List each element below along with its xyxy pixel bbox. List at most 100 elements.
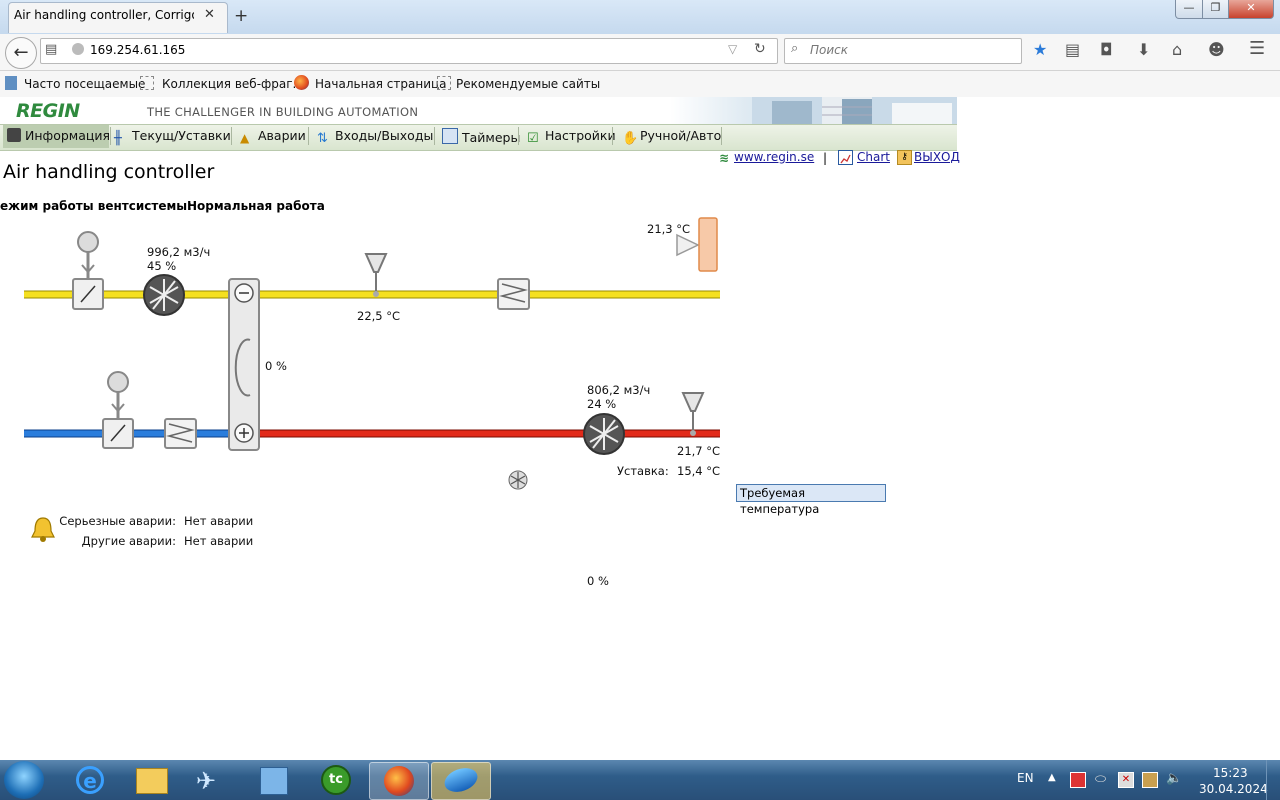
- taskbar-firefox[interactable]: [369, 762, 429, 800]
- regin-logo[interactable]: REGIN: [16, 100, 80, 122]
- exhaust-temp-value: 21,7 °C: [677, 444, 721, 458]
- bookmark-recommended[interactable]: Рекомендуемые сайты: [456, 77, 600, 91]
- logout-link[interactable]: ВЫХОД: [914, 150, 960, 164]
- regin-website-link[interactable]: www.regin.se: [734, 150, 814, 164]
- reload-icon[interactable]: ↻: [754, 41, 766, 57]
- bookmark-star-icon[interactable]: ★: [1033, 40, 1047, 59]
- supply-damper[interactable]: [72, 231, 104, 310]
- regin-small-icon: ≋: [719, 151, 730, 165]
- setpoint-label: Уставка:: [617, 464, 669, 478]
- menu-timers-label: Таймеры: [462, 130, 521, 145]
- menu-inputs-outputs[interactable]: ⇅ Входы/Выходы: [317, 128, 434, 146]
- exchanger-percent: 0 %: [265, 359, 287, 373]
- site-info-icon[interactable]: [72, 43, 84, 55]
- show-desktop-button[interactable]: [1266, 760, 1280, 800]
- taskbar-app-active[interactable]: [431, 762, 491, 800]
- taskbar-app-network[interactable]: [244, 762, 302, 798]
- history-icon[interactable]: ▤: [45, 42, 57, 57]
- green-app-icon: tc: [321, 765, 351, 795]
- thermometer-icon: ╫: [114, 131, 122, 146]
- page-icon: [140, 76, 154, 90]
- outdoor-damper[interactable]: [102, 371, 134, 449]
- firefox-icon: [384, 766, 414, 796]
- supply-temp-value: 22,5 °C: [357, 309, 401, 323]
- home-icon[interactable]: ⌂: [1172, 40, 1182, 59]
- tab-title[interactable]: Air handling controller, Corrigo E: [14, 8, 194, 22]
- arrows-icon: ⇅: [317, 131, 328, 146]
- chart-icon[interactable]: [838, 150, 853, 165]
- back-button[interactable]: ←: [5, 37, 37, 69]
- taskbar-explorer[interactable]: [122, 762, 180, 798]
- tray-leaf-icon[interactable]: ⬭: [1095, 772, 1106, 787]
- small-fan-icon: [508, 470, 528, 490]
- paper-plane-icon: ✈: [196, 767, 217, 795]
- menu-info[interactable]: Информация: [7, 128, 110, 143]
- tray-app-icon[interactable]: [1142, 772, 1158, 788]
- start-button[interactable]: [4, 761, 44, 799]
- menu-separator: [721, 127, 722, 145]
- rotary-heat-exchanger[interactable]: [228, 278, 260, 451]
- exhaust-fan-flow: 806,2 м3/ч: [587, 383, 651, 397]
- menu-current-setpoints[interactable]: ╫ Текущ/Уставки: [114, 128, 231, 146]
- supply-coil[interactable]: [497, 278, 530, 310]
- language-indicator[interactable]: EN: [1017, 771, 1034, 785]
- key-icon[interactable]: ⚷: [897, 150, 912, 165]
- tray-flag-icon[interactable]: [1070, 772, 1086, 788]
- supply-fan[interactable]: [143, 274, 185, 316]
- taskbar-app-green[interactable]: tc: [306, 762, 364, 798]
- outdoor-filter[interactable]: [164, 418, 197, 449]
- feedback-icon[interactable]: ☻: [1208, 40, 1225, 59]
- tray-network-icon[interactable]: ✕: [1118, 772, 1134, 788]
- building-photo: [752, 97, 957, 124]
- calendar-icon: [442, 128, 458, 144]
- menu-timers[interactable]: Таймеры: [442, 128, 520, 145]
- menu-settings-label: Настройки: [545, 128, 616, 143]
- menu-separator: [518, 127, 519, 145]
- page-title: Air handling controller: [3, 161, 215, 183]
- new-tab-button[interactable]: +: [234, 6, 248, 26]
- close-window-button[interactable]: ✕: [1228, 0, 1274, 19]
- volume-icon[interactable]: 🔈: [1166, 771, 1182, 786]
- setpoint-value[interactable]: 15,4 °C: [677, 464, 720, 478]
- dropdown-arrow-icon[interactable]: ▽: [728, 42, 737, 56]
- menu-current-setpoints-label: Текущ/Уставки: [132, 128, 231, 143]
- menu-alarms-label: Аварии: [258, 128, 306, 143]
- menu-info-label: Информация: [25, 128, 111, 143]
- exhaust-fan[interactable]: [583, 413, 625, 455]
- url-text[interactable]: 169.254.61.165: [90, 43, 185, 57]
- tab-close-icon[interactable]: ✕: [204, 7, 215, 22]
- other-alarms-value: Нет аварии: [184, 534, 254, 548]
- tray-expand-icon[interactable]: ▲: [1048, 772, 1056, 783]
- menu-inputs-outputs-label: Входы/Выходы: [335, 128, 434, 143]
- clock-date[interactable]: 30.04.2024: [1199, 782, 1268, 796]
- taskbar-ie[interactable]: e: [62, 762, 120, 798]
- checklist-icon: ☑: [527, 131, 539, 146]
- reading-list-icon[interactable]: ▤: [1065, 40, 1080, 59]
- menu-separator: [612, 127, 613, 145]
- clock-time[interactable]: 15:23: [1213, 766, 1248, 780]
- menu-manual-auto[interactable]: ✋ Ручной/Авто: [622, 128, 721, 146]
- other-alarms-label: Другие аварии:: [81, 534, 176, 548]
- link-separator: |: [823, 151, 828, 165]
- bookmark-web-slices[interactable]: Коллекция веб-фраг...: [162, 77, 304, 91]
- internet-explorer-icon: e: [76, 766, 104, 794]
- page-icon: [437, 76, 451, 90]
- minimize-button[interactable]: —: [1175, 0, 1203, 19]
- bell-icon: ▲: [240, 131, 250, 145]
- hvac-diagram: [24, 217, 720, 490]
- download-icon[interactable]: ⬇: [1137, 40, 1150, 59]
- menu-alarms[interactable]: ▲ Аварии: [240, 128, 306, 145]
- bookmark-start-page[interactable]: Начальная страница: [315, 77, 447, 91]
- alarm-bell-icon: [31, 517, 55, 542]
- maximize-button[interactable]: ❐: [1202, 0, 1229, 19]
- exhaust-fan-percent: 24 %: [587, 397, 617, 411]
- pocket-icon[interactable]: ◘: [1100, 40, 1113, 59]
- bookmark-most-visited[interactable]: Часто посещаемые: [24, 77, 145, 91]
- menu-separator: [434, 127, 435, 145]
- bookmark-folder-icon: [5, 76, 17, 90]
- menu-settings[interactable]: ☑ Настройки: [527, 128, 616, 146]
- chart-link[interactable]: Chart: [857, 150, 890, 164]
- taskbar-app-plane[interactable]: ✈: [182, 762, 240, 798]
- network-icon: [260, 767, 288, 795]
- menu-icon[interactable]: ☰: [1249, 38, 1265, 59]
